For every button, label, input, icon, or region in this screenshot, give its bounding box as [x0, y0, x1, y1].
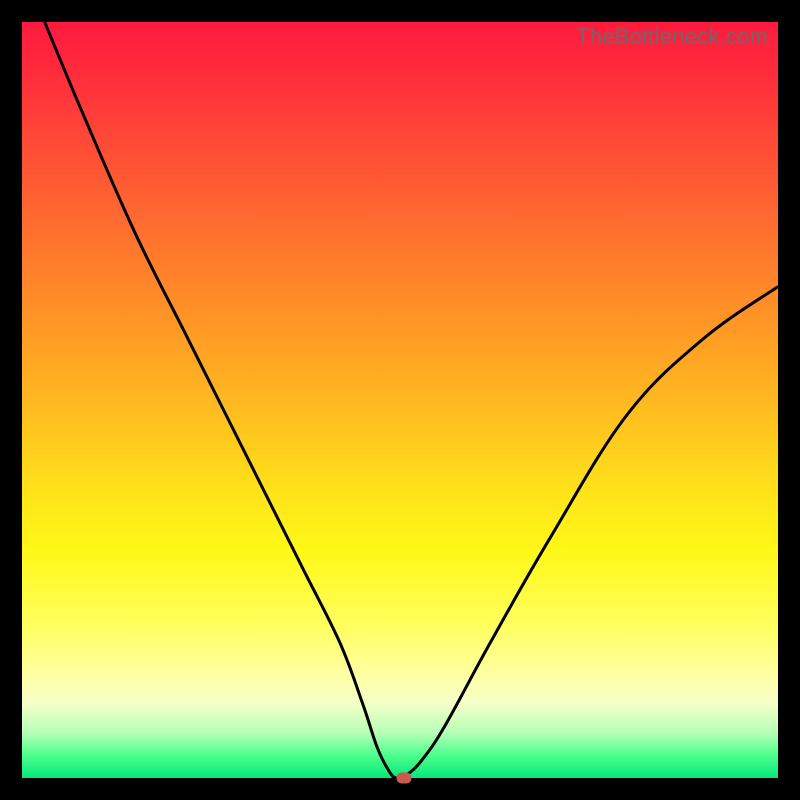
chart-frame: TheBottleneck.com — [0, 0, 800, 800]
curve-path — [45, 22, 778, 778]
plot-area: TheBottleneck.com — [22, 22, 778, 778]
bottleneck-curve — [22, 22, 778, 778]
optimal-point-marker — [396, 773, 411, 784]
